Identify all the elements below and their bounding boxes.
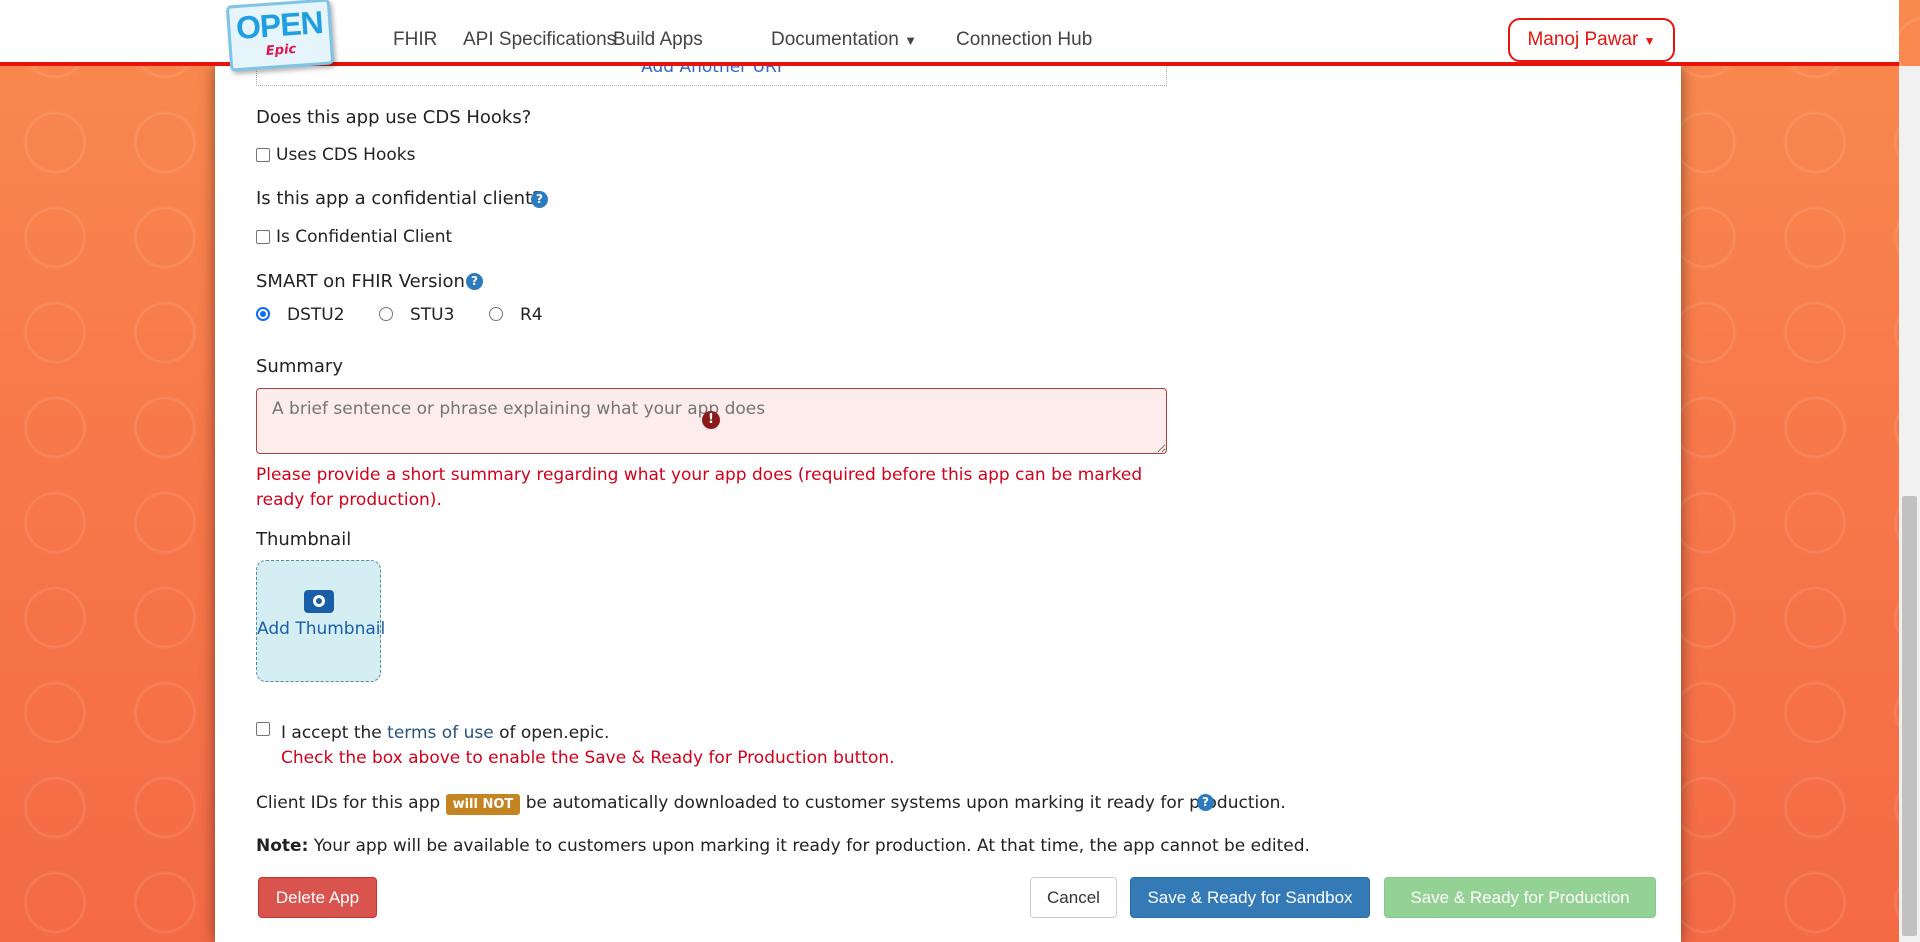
note-label: Note: bbox=[256, 836, 309, 856]
nav-fhir[interactable]: FHIR bbox=[393, 29, 437, 51]
nav-documentation[interactable]: Documentation ▼ bbox=[771, 29, 917, 51]
add-thumbnail-button[interactable]: Add Thumbnail bbox=[256, 560, 386, 682]
cancel-button[interactable]: Cancel bbox=[1030, 877, 1117, 918]
radio-label: STU3 bbox=[410, 305, 455, 325]
radio-r4[interactable] bbox=[489, 307, 503, 321]
cds-question: Does this app use CDS Hooks? bbox=[256, 107, 532, 128]
terms-text: I accept the bbox=[281, 723, 388, 743]
nav-api-specifications[interactable]: API Specifications bbox=[463, 29, 616, 51]
summary-label: Summary bbox=[256, 356, 343, 377]
radio-label: DSTU2 bbox=[287, 305, 345, 325]
thumbnail-label: Thumbnail bbox=[256, 529, 352, 550]
terms-text: of open.epic. bbox=[493, 723, 610, 743]
scrollbar[interactable] bbox=[1899, 66, 1920, 942]
cds-checkbox[interactable] bbox=[256, 148, 270, 162]
open-epic-logo[interactable]: OPEN Epic bbox=[225, 0, 335, 72]
radio-label: R4 bbox=[520, 305, 543, 325]
save-production-button[interactable]: Save & Ready for Production bbox=[1384, 877, 1656, 918]
cds-label: Uses CDS Hooks bbox=[276, 145, 416, 165]
scrollbar-thumb[interactable] bbox=[1902, 496, 1917, 936]
summary-error: Please provide a short summary regarding… bbox=[256, 465, 1143, 510]
confidential-label: Is Confidential Client bbox=[276, 227, 453, 247]
smart-version-label: SMART on FHIR Version bbox=[256, 271, 465, 292]
top-nav: OPEN Epic FHIR API Specifications Build A… bbox=[0, 0, 1899, 72]
terms-error: Check the box above to enable the Save &… bbox=[281, 748, 895, 768]
user-menu-button[interactable]: Manoj Pawar ▼ bbox=[1508, 18, 1675, 62]
terms-link[interactable]: terms of use bbox=[387, 723, 494, 743]
note-text: Your app will be available to customers … bbox=[308, 836, 1310, 856]
nav-connection-hub[interactable]: Connection Hub bbox=[956, 29, 1092, 51]
chevron-down-icon: ▼ bbox=[904, 33, 917, 48]
terms-checkbox[interactable] bbox=[256, 722, 270, 736]
client-ids-text: be automatically downloaded to customer … bbox=[525, 793, 1286, 813]
delete-app-button[interactable]: Delete App bbox=[258, 877, 377, 918]
add-thumbnail-label: Add Thumbnail bbox=[257, 619, 386, 639]
help-icon[interactable]: ? bbox=[531, 191, 548, 208]
nav-documentation-label: Documentation bbox=[771, 29, 899, 50]
nav-build-apps[interactable]: Build Apps bbox=[613, 29, 703, 51]
error-icon: ! bbox=[702, 411, 720, 429]
help-icon[interactable]: ? bbox=[466, 273, 483, 290]
user-name: Manoj Pawar bbox=[1527, 29, 1639, 50]
save-sandbox-button[interactable]: Save & Ready for Sandbox bbox=[1130, 877, 1370, 918]
chevron-down-icon: ▼ bbox=[1643, 34, 1656, 48]
help-icon[interactable]: ? bbox=[1197, 794, 1214, 811]
radio-stu3[interactable] bbox=[379, 307, 393, 321]
camera-icon bbox=[303, 590, 334, 613]
app-form-card: Add Another URI Does this app use CDS Ho… bbox=[215, 46, 1681, 942]
confidential-question: Is this app a confidential client? bbox=[256, 188, 542, 209]
confidential-checkbox[interactable] bbox=[256, 230, 270, 244]
will-not-badge: will NOT bbox=[445, 794, 521, 815]
client-ids-text: Client IDs for this app bbox=[256, 793, 441, 813]
radio-dstu2[interactable] bbox=[256, 307, 270, 321]
